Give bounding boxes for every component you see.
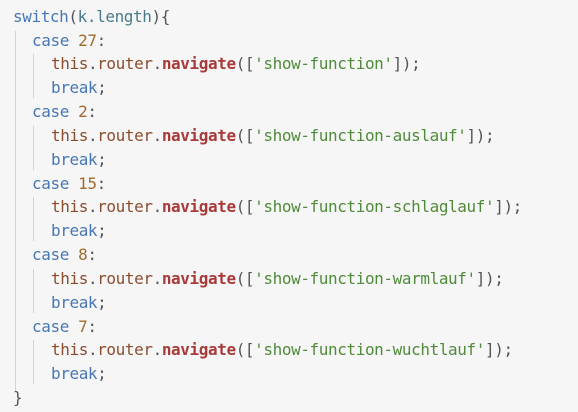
case-keyword: case [32, 317, 69, 336]
navigate-function: navigate [161, 54, 236, 73]
router-property: router [97, 340, 153, 359]
router-property: router [97, 269, 153, 288]
case-keyword: case [32, 102, 69, 121]
router-property: router [97, 197, 153, 216]
navigate-line: this.router.navigate(['show-function-aus… [51, 126, 495, 145]
case-keyword: case [32, 31, 69, 50]
route-string: 'show-function' [254, 54, 393, 73]
route-string: 'show-function-auslauf' [254, 126, 467, 145]
route-string: 'show-function-schlaglauf' [254, 197, 495, 216]
route-string: 'show-function-wuchtlauf' [254, 340, 485, 359]
indent-guide-switch [15, 31, 16, 391]
case-keyword: case [32, 174, 69, 193]
indent-guide-case-5 [33, 340, 34, 384]
indent-guide-case-3 [33, 197, 34, 241]
case-value: 15 [78, 174, 97, 193]
navigate-function: navigate [161, 340, 236, 359]
break-line: break; [51, 364, 107, 383]
indent-guide-case-4 [33, 269, 34, 313]
this-keyword: this [51, 126, 88, 145]
switch-close: ){ [151, 7, 171, 26]
this-keyword: this [51, 340, 88, 359]
indent-guide-case-1 [33, 54, 34, 98]
break-keyword: break [51, 221, 98, 240]
router-property: router [97, 54, 153, 73]
case-line: case 8: [32, 245, 97, 264]
case-line: case 2: [32, 102, 97, 121]
router-property: router [97, 126, 153, 145]
navigate-line: this.router.navigate(['show-function-sch… [51, 197, 522, 216]
code-block: switch(k.length){ case 27: this.router.n… [0, 0, 578, 412]
case-line: case 7: [32, 317, 97, 336]
navigate-line: this.router.navigate(['show-function-wuc… [51, 340, 513, 359]
navigate-line: this.router.navigate(['show-function']); [51, 54, 421, 73]
case-line: case 15: [32, 174, 106, 193]
navigate-function: navigate [161, 126, 236, 145]
break-line: break; [51, 78, 107, 97]
this-keyword: this [51, 197, 88, 216]
case-line: case 27: [32, 31, 106, 50]
navigate-line: this.router.navigate(['show-function-war… [51, 269, 504, 288]
switch-open-paren: ( [68, 7, 78, 26]
case-keyword: case [32, 245, 69, 264]
navigate-function: navigate [161, 269, 236, 288]
indent-guide-case-2 [33, 126, 34, 170]
break-line: break; [51, 293, 107, 312]
route-string: 'show-function-warmlauf' [254, 269, 476, 288]
switch-keyword: switch [13, 7, 69, 26]
closing-brace: } [13, 386, 23, 410]
switch-expression: k.length [77, 7, 152, 26]
this-keyword: this [51, 269, 88, 288]
break-keyword: break [51, 78, 98, 97]
case-value: 27 [78, 31, 97, 50]
navigate-function: navigate [161, 197, 236, 216]
break-line: break; [51, 221, 107, 240]
break-keyword: break [51, 364, 98, 383]
break-keyword: break [51, 150, 98, 169]
break-line: break; [51, 150, 107, 169]
switch-line: switch(k.length){ [13, 5, 170, 29]
closing-brace-text: } [13, 388, 23, 407]
break-keyword: break [51, 293, 98, 312]
this-keyword: this [51, 54, 88, 73]
